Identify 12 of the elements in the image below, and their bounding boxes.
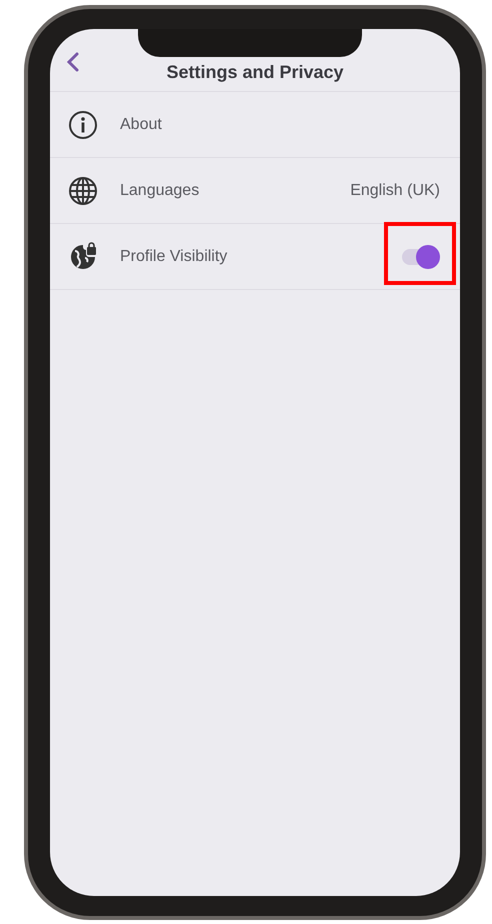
info-icon	[68, 110, 98, 140]
row-value: English (UK)	[350, 182, 440, 200]
globe-icon	[68, 176, 98, 206]
settings-row[interactable]: About	[50, 92, 460, 158]
row-label: About	[120, 116, 163, 134]
row-label: Profile Visibility	[120, 248, 228, 266]
back-icon[interactable]	[66, 51, 80, 73]
globe-lock-icon	[68, 242, 98, 272]
settings-row[interactable]: Languages English (UK)	[50, 158, 460, 224]
page-title: Settings and Privacy	[166, 62, 344, 84]
row-label: Languages	[120, 182, 200, 200]
settings-row[interactable]: Profile Visibility	[50, 224, 460, 290]
